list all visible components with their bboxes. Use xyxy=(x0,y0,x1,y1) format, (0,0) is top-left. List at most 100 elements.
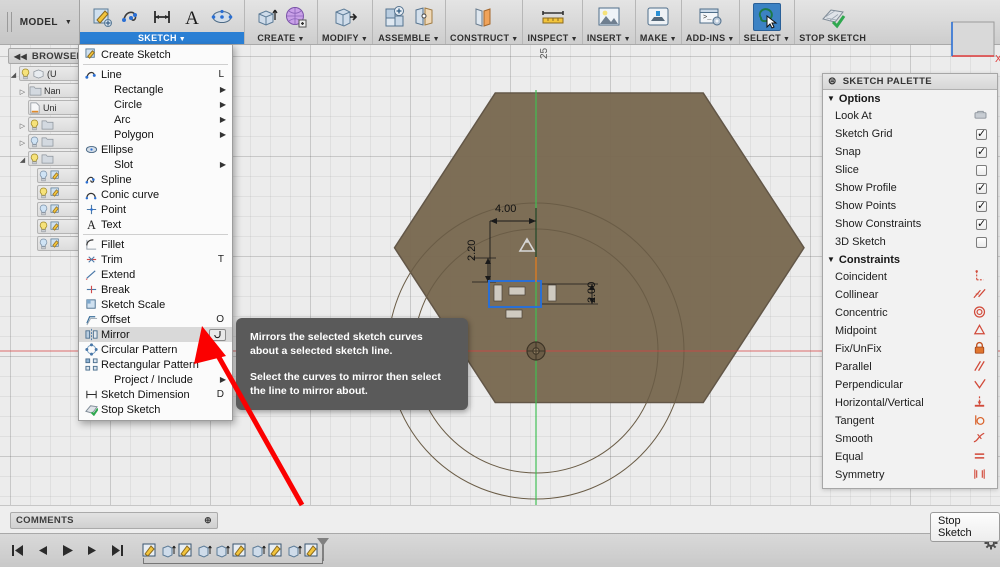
browser-tree-item[interactable]: ◢ (U xyxy=(8,66,80,83)
browser-tree-node[interactable] xyxy=(28,117,80,132)
menu-item-spline[interactable]: Spline xyxy=(79,172,232,187)
menu-item-polygon[interactable]: Polygon ▶ xyxy=(79,127,232,142)
dimension-icon[interactable] xyxy=(148,3,176,31)
toolbar-group-label-sketch[interactable]: SKETCH ▼ xyxy=(80,32,244,44)
constraint-collinear[interactable]: Collinear xyxy=(823,286,997,304)
browser-tree-node[interactable] xyxy=(37,202,80,217)
browser-tree-item[interactable] xyxy=(8,219,80,236)
menu-item-extend[interactable]: Extend xyxy=(79,267,232,282)
browser-tree-item[interactable] xyxy=(8,236,80,253)
checkbox[interactable] xyxy=(976,236,987,248)
palette-option-snap[interactable]: Snap xyxy=(823,143,997,161)
checkbox[interactable] xyxy=(976,145,987,158)
extrude-icon[interactable] xyxy=(252,3,280,31)
constraint-midpoint[interactable]: Midpoint xyxy=(823,322,997,340)
smooth-icon[interactable] xyxy=(972,431,987,448)
browser-tree-node[interactable]: Nan xyxy=(28,83,80,98)
constraint-fix-unfix[interactable]: Fix/UnFix xyxy=(823,340,997,358)
browser-tree[interactable]: ◢ (U ▷ Nan Uni ▷ ▷ ◢ xyxy=(8,66,80,253)
browser-tree-node[interactable]: Uni xyxy=(28,100,80,115)
browser-header[interactable]: ◀◀ BROWSER xyxy=(8,48,88,64)
palette-option-show-points[interactable]: Show Points xyxy=(823,197,997,215)
palette-option-3d-sketch[interactable]: 3D Sketch xyxy=(823,233,997,251)
browser-tree-node[interactable] xyxy=(37,219,80,234)
constraint-perpendicular[interactable]: Perpendicular xyxy=(823,376,997,394)
menu-item-point[interactable]: Point xyxy=(79,202,232,217)
concentric-icon[interactable] xyxy=(972,305,987,322)
skip-end-icon[interactable] xyxy=(110,543,125,558)
checkbox[interactable] xyxy=(976,127,987,140)
menu-item-slot[interactable]: Slot ▶ xyxy=(79,157,232,172)
toolbar-group-label-construct[interactable]: CONSTRUCT ▼ xyxy=(450,32,518,44)
dim-label-200[interactable]: 2.00 xyxy=(586,282,598,303)
browser-tree-item[interactable]: ▷ Nan xyxy=(8,83,80,100)
browser-tree-item[interactable] xyxy=(8,202,80,219)
scripts-addins-icon[interactable]: >_ xyxy=(695,3,725,31)
horizontal-vertical-icon[interactable] xyxy=(972,395,987,412)
3d-print-icon[interactable] xyxy=(643,3,673,31)
menu-item-trim[interactable]: Trim T xyxy=(79,252,232,267)
toolbar-group-label-create[interactable]: CREATE ▼ xyxy=(257,32,304,44)
palette-option-show-profile[interactable]: Show Profile xyxy=(823,179,997,197)
menu-item-sketch-scale[interactable]: Sketch Scale xyxy=(79,297,232,312)
skip-start-icon[interactable] xyxy=(10,543,25,558)
disclosure-open-icon[interactable]: ◢ xyxy=(8,71,19,79)
parallel-icon[interactable] xyxy=(972,359,987,376)
menu-item-rectangle[interactable]: Rectangle ▶ xyxy=(79,82,232,97)
options-section-header[interactable]: ▼ Options xyxy=(823,90,997,107)
constraint-coincident[interactable]: Coincident xyxy=(823,268,997,286)
offset-plane-icon[interactable] xyxy=(469,3,499,31)
palette-option-show-constraints[interactable]: Show Constraints xyxy=(823,215,997,233)
workspace-switcher[interactable]: MODEL ▼ xyxy=(0,0,80,44)
disclosure-open-icon[interactable]: ◢ xyxy=(17,156,28,164)
tangent-icon[interactable] xyxy=(972,413,987,430)
menu-item-create-sketch[interactable]: Create Sketch xyxy=(79,47,232,62)
constraints-section-header[interactable]: ▼ Constraints xyxy=(823,251,997,268)
constraint-equal[interactable]: Equal xyxy=(823,448,997,466)
look-at-icon[interactable] xyxy=(974,109,987,123)
constraint-symmetry[interactable]: Symmetry xyxy=(823,466,997,484)
new-component-icon[interactable] xyxy=(380,3,408,31)
stop-sketch-icon[interactable] xyxy=(818,3,848,31)
browser-tree-node[interactable] xyxy=(37,236,80,251)
menu-item-arc[interactable]: Arc ▶ xyxy=(79,112,232,127)
palette-option-look-at[interactable]: Look At xyxy=(823,107,997,125)
browser-tree-node[interactable] xyxy=(28,134,80,149)
fix-unfix-icon[interactable] xyxy=(972,341,987,358)
symmetry-icon[interactable] xyxy=(972,467,987,484)
perpendicular-icon[interactable] xyxy=(972,377,987,394)
checkbox[interactable] xyxy=(976,181,987,194)
collinear-icon[interactable] xyxy=(972,287,987,304)
create-sketch-icon[interactable] xyxy=(88,3,116,31)
menu-item-line[interactable]: Line L xyxy=(79,67,232,82)
play-icon[interactable] xyxy=(60,543,75,558)
stop-sketch-button[interactable]: Stop Sketch xyxy=(930,512,1000,542)
text-icon[interactable]: A xyxy=(178,3,206,31)
browser-tree-node[interactable] xyxy=(37,185,80,200)
constraint-horizontal-vertical[interactable]: Horizontal/Vertical xyxy=(823,394,997,412)
toolbar-group-label-select[interactable]: SELECT ▼ xyxy=(744,32,791,44)
toolbar-group-label-modify[interactable]: MODIFY ▼ xyxy=(322,32,368,44)
toolbar-group-label-assemble[interactable]: ASSEMBLE ▼ xyxy=(378,32,440,44)
step-back-icon[interactable] xyxy=(35,543,50,558)
timeline-feature-list[interactable] xyxy=(141,537,329,564)
toolbar-group-label-make[interactable]: MAKE ▼ xyxy=(640,32,677,44)
menu-item-text[interactable]: A Text xyxy=(79,217,232,232)
checkbox[interactable] xyxy=(976,164,987,176)
add-comment-icon[interactable]: ⊕ xyxy=(204,515,212,526)
measure-icon[interactable] xyxy=(538,3,568,31)
browser-tree-item[interactable]: Uni xyxy=(8,100,80,117)
browser-tree-item[interactable] xyxy=(8,168,80,185)
menu-item-break[interactable]: Break xyxy=(79,282,232,297)
palette-pin-icon[interactable]: ⊜ xyxy=(828,76,837,87)
comments-panel[interactable]: COMMENTS ⊕ xyxy=(10,512,218,529)
joint-icon[interactable] xyxy=(410,3,438,31)
checkbox[interactable] xyxy=(976,217,987,230)
toolbar-group-label-stop-sketch[interactable]: STOP SKETCH xyxy=(799,32,866,44)
disclosure-closed-icon[interactable]: ▷ xyxy=(17,88,28,96)
disclosure-closed-icon[interactable]: ▷ xyxy=(17,122,28,130)
menu-item-circle[interactable]: Circle ▶ xyxy=(79,97,232,112)
disclosure-closed-icon[interactable]: ▷ xyxy=(17,139,28,147)
browser-tree-item[interactable]: ▷ xyxy=(8,134,80,151)
browser-tree-node[interactable] xyxy=(28,151,80,166)
